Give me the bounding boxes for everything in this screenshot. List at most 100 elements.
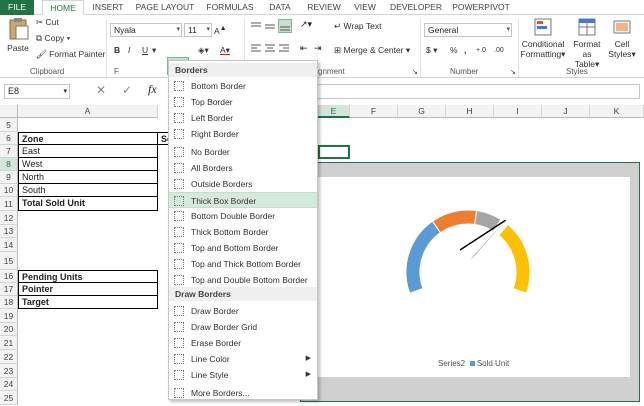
copy-button[interactable]: ⧉ Copy ▾ [36, 33, 70, 44]
menu-item-no-border[interactable]: No Border [169, 144, 317, 160]
fill-color-button[interactable]: ◈▾ [198, 45, 209, 56]
menu-item-top-and-thick-bottom-border[interactable]: Top and Thick Bottom Border [169, 256, 317, 272]
underline-button[interactable]: U [142, 45, 148, 56]
column-header-j[interactable]: J [542, 105, 590, 118]
row-header-23[interactable]: 23 [0, 364, 18, 378]
menu-item-top-and-bottom-border[interactable]: Top and Bottom Border [169, 240, 317, 256]
underline-dropdown[interactable]: ▾ [152, 45, 156, 56]
increase-indent-button[interactable]: ⇥ [314, 43, 322, 54]
number-format-select[interactable]: General ▾ [424, 23, 512, 37]
row-header-22[interactable]: 22 [0, 350, 18, 364]
grow-font-button[interactable]: A▲ [214, 23, 227, 37]
align-center-button[interactable] [264, 43, 276, 55]
row-header-18[interactable]: 18 [0, 296, 18, 309]
font-size-select[interactable]: 11 ▾ [184, 23, 212, 37]
insert-function-button[interactable]: fx [148, 82, 157, 97]
cell-a9[interactable]: North [18, 171, 158, 184]
column-header-f[interactable]: F [350, 105, 398, 118]
font-name-select[interactable]: Nyala ▾ [110, 23, 182, 37]
menu-item-bottom-double-border[interactable]: Bottom Double Border [169, 208, 317, 224]
cell-styles-button[interactable]: Cell Styles▾ [604, 17, 640, 59]
menu-item-bottom-border[interactable]: Bottom Border [169, 78, 317, 94]
column-header-e[interactable]: E [318, 105, 350, 118]
currency-button[interactable]: $ ▾ [426, 45, 437, 56]
menu-item-thick-box-border[interactable]: Thick Box Border [169, 192, 317, 208]
name-box[interactable]: E8 ▾ [4, 84, 70, 99]
cut-button[interactable]: ✂ Cut [36, 17, 59, 28]
tab-view[interactable]: VIEW [350, 0, 380, 15]
align-bottom-button[interactable] [278, 19, 292, 33]
align-right-button[interactable] [278, 43, 290, 55]
column-header-i[interactable]: I [494, 105, 542, 118]
cancel-icon[interactable]: ✕ [96, 83, 106, 97]
menu-item-top-border[interactable]: Top Border [169, 94, 317, 110]
align-middle-button[interactable] [264, 21, 276, 33]
row-header-20[interactable]: 20 [0, 323, 18, 336]
plot-area[interactable]: Series2 Sold Unit [318, 177, 630, 377]
tab-insert[interactable]: INSERT [90, 0, 126, 15]
dialog-launcher-icon[interactable]: ↘ [510, 67, 516, 78]
row-header-13[interactable]: 13 [0, 225, 18, 238]
active-cell-e8[interactable] [318, 145, 350, 159]
paste-button[interactable]: Paste [4, 17, 32, 53]
menu-item-outside-borders[interactable]: Outside Borders [169, 176, 317, 192]
increase-decimal-button[interactable]: +.0 [476, 45, 486, 56]
row-header-21[interactable]: 21 [0, 336, 18, 350]
row-header-11[interactable]: 11 [0, 197, 18, 211]
column-header-h[interactable]: H [446, 105, 494, 118]
align-left-button[interactable] [250, 43, 262, 55]
cell-a7[interactable]: East [18, 145, 158, 158]
row-header-12[interactable]: 12 [0, 211, 18, 225]
tab-page-layout[interactable]: PAGE LAYOUT [134, 0, 196, 15]
row-header-25[interactable]: 25 [0, 391, 18, 405]
tab-powerpivot[interactable]: POWERPIVOT [450, 0, 512, 15]
menu-item-more-borders[interactable]: More Borders... [169, 385, 317, 401]
cell-a16[interactable]: Pending Units [18, 270, 158, 283]
row-header-6[interactable]: 6 [0, 132, 18, 145]
row-header-14[interactable]: 14 [0, 238, 18, 252]
column-header-g[interactable]: G [398, 105, 446, 118]
row-header-8[interactable]: 8 [0, 158, 18, 171]
menu-item-draw-border[interactable]: Draw Border [169, 303, 317, 319]
menu-item-line-color[interactable]: Line Color ▶ [169, 351, 317, 367]
row-header-17[interactable]: 17 [0, 283, 18, 296]
font-color-button[interactable]: A▾ [220, 45, 230, 56]
tab-file[interactable]: FILE [0, 0, 34, 15]
cell-a18[interactable]: Target [18, 296, 158, 309]
decrease-decimal-button[interactable]: .00 [494, 45, 504, 56]
column-header-k[interactable]: K [590, 105, 644, 118]
select-all-corner[interactable] [0, 105, 18, 118]
cell-a17[interactable]: Pointer [18, 283, 158, 296]
menu-item-thick-bottom-border[interactable]: Thick Bottom Border [169, 224, 317, 240]
percent-button[interactable]: % [450, 45, 458, 56]
italic-button[interactable]: I [128, 45, 130, 56]
enter-icon[interactable]: ✓ [122, 83, 132, 97]
row-header-7[interactable]: 7 [0, 145, 18, 158]
tab-review[interactable]: REVIEW [304, 0, 344, 15]
tab-home[interactable]: HOME [42, 0, 84, 15]
cell-a10[interactable]: South [18, 184, 158, 197]
menu-item-right-border[interactable]: Right Border [169, 126, 317, 142]
tab-developer[interactable]: DEVELOPER [388, 0, 444, 15]
align-top-button[interactable] [250, 21, 262, 33]
menu-item-top-and-double-bottom-border[interactable]: Top and Double Bottom Border [169, 272, 317, 288]
comma-button[interactable]: , [464, 45, 466, 56]
cell-a6[interactable]: Zone [18, 132, 158, 145]
bold-button[interactable]: B [114, 45, 120, 56]
menu-item-all-borders[interactable]: All Borders [169, 160, 317, 176]
row-header-19[interactable]: 19 [0, 309, 18, 323]
row-header-16[interactable]: 16 [0, 270, 18, 283]
merge-center-button[interactable]: ⊞ Merge & Center ▾ [334, 45, 410, 56]
cell-a11[interactable]: Total Sold Unit [18, 197, 158, 211]
wrap-text-button[interactable]: ↵ Wrap Text [334, 21, 381, 32]
menu-item-draw-border-grid[interactable]: Draw Border Grid [169, 319, 317, 335]
row-header-5[interactable]: 5 [0, 118, 18, 132]
menu-item-line-style[interactable]: Line Style ▶ [169, 367, 317, 383]
row-header-24[interactable]: 24 [0, 378, 18, 391]
format-painter-button[interactable]: 🖌 Format Painter [36, 49, 105, 60]
column-header-a[interactable]: A [18, 105, 158, 118]
row-header-10[interactable]: 10 [0, 184, 18, 197]
tab-data[interactable]: DATA [264, 0, 296, 15]
menu-item-left-border[interactable]: Left Border [169, 110, 317, 126]
row-header-9[interactable]: 9 [0, 171, 18, 184]
